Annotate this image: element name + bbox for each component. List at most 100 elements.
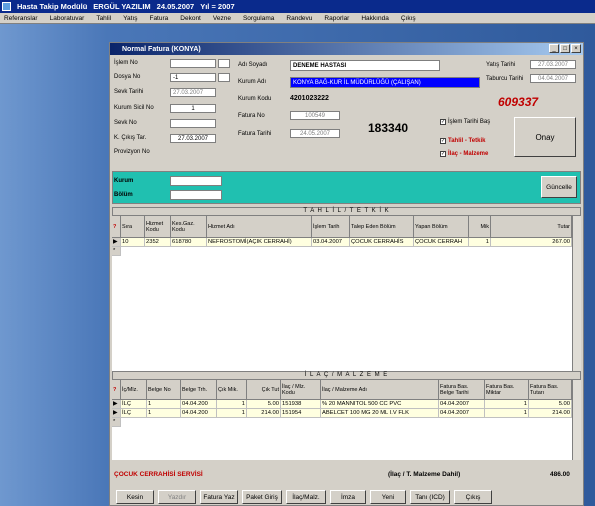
table-row-cell[interactable]: 151938 <box>281 400 321 409</box>
menu-cikis[interactable]: Çıkış <box>401 15 416 22</box>
tahlil-new-row-icon[interactable]: * <box>112 247 121 256</box>
table-row-cell[interactable]: NEFROSTOMİ(AÇIK CERRAHİ) <box>207 238 312 247</box>
yazdir-button[interactable]: Yazdır <box>158 490 196 504</box>
minimize-icon[interactable]: _ <box>549 44 559 53</box>
islem-no-extra-field[interactable] <box>218 59 230 68</box>
menu-tahlil[interactable]: Tahlil <box>96 15 111 22</box>
table-row-cell[interactable]: ABELCET 100 MG 20 ML I.V FLK <box>321 409 439 418</box>
ilac-col-belge-no[interactable]: Belge No <box>147 380 181 400</box>
table-row-cell[interactable]: 04.04.200 <box>181 409 217 418</box>
invoice-date-field[interactable]: 24.05.2007 <box>290 129 340 138</box>
ilac-checkbox-row[interactable]: ✓ İlaç - Malzeme <box>440 151 488 157</box>
maximize-icon[interactable]: □ <box>560 44 570 53</box>
tahlil-help-icon[interactable]: ? <box>112 216 121 238</box>
ilac-col-fatura-belge-tarihi[interactable]: Fatura Bas. Belge Tarihi <box>439 380 485 400</box>
table-row-cell[interactable]: 03.04.2007 <box>312 238 350 247</box>
dosya-no-field[interactable]: -1 <box>170 73 216 82</box>
tahlil-col-islem-tarih[interactable]: İşlem Tarih <box>312 216 350 238</box>
table-row-cell[interactable]: 10 <box>121 238 145 247</box>
tahlil-col-mik[interactable]: Mik <box>469 216 491 238</box>
tahlil-scrollbar[interactable] <box>572 216 581 371</box>
table-row-cell[interactable]: 1 <box>147 400 181 409</box>
table-row-cell[interactable]: 1 <box>485 409 529 418</box>
menu-yatis[interactable]: Yatış <box>123 15 137 22</box>
bolum-filter-field[interactable] <box>170 190 222 200</box>
ilac-row-indicator-icon[interactable]: ▶ <box>112 400 121 409</box>
tahlil-col-yapan[interactable]: Yapan Bölüm <box>414 216 469 238</box>
yeni-button[interactable]: Yeni <box>370 490 406 504</box>
tahlil-col-sira[interactable]: Sıra <box>121 216 145 238</box>
table-row-cell[interactable]: 04.04.200 <box>181 400 217 409</box>
table-row-cell[interactable]: İLÇ <box>121 409 147 418</box>
table-row-cell[interactable]: İLÇ <box>121 400 147 409</box>
tahlil-col-tutar[interactable]: Tutar <box>491 216 572 238</box>
table-row-cell[interactable]: 5.00 <box>247 400 281 409</box>
islem-tarihi-checkbox[interactable]: ✓ <box>440 119 446 125</box>
table-row-cell[interactable]: % 20 MANNITOL 500 CC PVC <box>321 400 439 409</box>
ilac-col-adi[interactable]: İlaç / Malzeme Adı <box>321 380 439 400</box>
k-cikis-field[interactable]: 27.03.2007 <box>170 134 216 143</box>
tahlil-checkbox-row[interactable]: ✓ Tahlil - Tetkik <box>440 138 485 144</box>
ilac-help-icon[interactable]: ? <box>112 380 121 400</box>
menu-sorgulama[interactable]: Sorgulama <box>243 15 274 22</box>
fatura-yaz-button[interactable]: Fatura Yaz <box>200 490 238 504</box>
ilac-checkbox[interactable]: ✓ <box>440 151 446 157</box>
table-row-cell[interactable]: 1 <box>217 400 247 409</box>
ilac-scrollbar[interactable] <box>572 380 581 460</box>
table-row-cell[interactable]: 1 <box>217 409 247 418</box>
ilac-col-fatura-tutar[interactable]: Fatura Bas. Tutarı <box>529 380 572 400</box>
ilac-col-cik-mik[interactable]: Çık Mik. <box>217 380 247 400</box>
menu-fatura[interactable]: Fatura <box>149 15 168 22</box>
dosya-no-extra-field[interactable] <box>218 73 230 82</box>
table-row-cell[interactable]: 267.00 <box>491 238 572 247</box>
islem-no-field[interactable] <box>170 59 216 68</box>
table-row-cell[interactable]: 1 <box>485 400 529 409</box>
sevk-tarihi-field[interactable]: 27.03.2007 <box>170 88 216 97</box>
table-row-cell[interactable]: 04.04.2007 <box>439 400 485 409</box>
ilac-new-row-icon[interactable]: * <box>112 418 121 427</box>
window-titlebar[interactable]: Normal Fatura (KONYA) <box>110 43 583 55</box>
ilac-row-indicator-icon[interactable]: ▶ <box>112 409 121 418</box>
ilac-col-ic-mlz[interactable]: İç/Mlz. <box>121 380 147 400</box>
tahlil-checkbox[interactable]: ✓ <box>440 138 446 144</box>
table-row-cell[interactable]: 1 <box>147 409 181 418</box>
table-row-cell[interactable]: 618780 <box>171 238 207 247</box>
menu-dekont[interactable]: Dekont <box>180 15 201 22</box>
table-row-cell[interactable]: 1 <box>469 238 491 247</box>
table-row-cell[interactable]: 151954 <box>281 409 321 418</box>
discharge-date-field[interactable]: 04.04.2007 <box>530 74 576 83</box>
close-icon[interactable]: × <box>571 44 581 53</box>
kurum-filter-field[interactable] <box>170 176 222 186</box>
tahlil-row-indicator-icon[interactable]: ▶ <box>112 238 121 247</box>
menu-hakkinda[interactable]: Hakkında <box>361 15 388 22</box>
table-row-cell[interactable]: 2352 <box>145 238 171 247</box>
table-row-cell[interactable]: 214.00 <box>529 409 572 418</box>
sevk-no-field[interactable] <box>170 119 216 128</box>
menu-randevu[interactable]: Randevu <box>286 15 312 22</box>
admission-date-field[interactable]: 27.03.2007 <box>530 60 576 69</box>
onay-button[interactable]: Onay <box>514 117 576 157</box>
imza-button[interactable]: İmza <box>330 490 366 504</box>
table-row-cell[interactable]: 5.00 <box>529 400 572 409</box>
menu-laboratuvar[interactable]: Laboratuvar <box>50 15 85 22</box>
ilac-col-fatura-miktar[interactable]: Fatura Bas. Miktar <box>485 380 529 400</box>
ilac-col-kodu[interactable]: İlaç / Mlz. Kodu <box>281 380 321 400</box>
tani-icd-button[interactable]: Tanı (ICD) <box>410 490 450 504</box>
kurum-sicil-field[interactable]: 1 <box>170 104 216 113</box>
ilac-col-cik-tut[interactable]: Çık Tut <box>247 380 281 400</box>
invoice-number-field[interactable]: 100549 <box>290 111 340 120</box>
ilac-malz-button[interactable]: İlaç/Malz. <box>286 490 326 504</box>
guncelle-button[interactable]: Güncelle <box>541 176 577 198</box>
ilac-col-belge-trh[interactable]: Belge Trh. <box>181 380 217 400</box>
cikis-button[interactable]: Çıkış <box>454 490 492 504</box>
paket-giris-button[interactable]: Paket Giriş <box>242 490 282 504</box>
tahlil-col-hizmet-adi[interactable]: Hizmet Adı <box>207 216 312 238</box>
table-row-cell[interactable]: 04.04.2007 <box>439 409 485 418</box>
institution-name-field[interactable]: KONYA BAĞ-KUR İL MÜDÜRLÜĞÜ (ÇALIŞAN) <box>290 77 480 88</box>
patient-name-field[interactable]: DENEME HASTASI <box>290 60 440 71</box>
tahlil-col-hizmet-kodu[interactable]: Hizmet Kodu <box>145 216 171 238</box>
islem-tarihi-checkbox-row[interactable]: ✓ İşlem Tarihi Baş <box>440 119 490 125</box>
tahlil-col-kes-gaz[interactable]: Kes.Gaz. Kodu <box>171 216 207 238</box>
menu-referanslar[interactable]: Referanslar <box>4 15 38 22</box>
menu-vezne[interactable]: Vezne <box>213 15 231 22</box>
